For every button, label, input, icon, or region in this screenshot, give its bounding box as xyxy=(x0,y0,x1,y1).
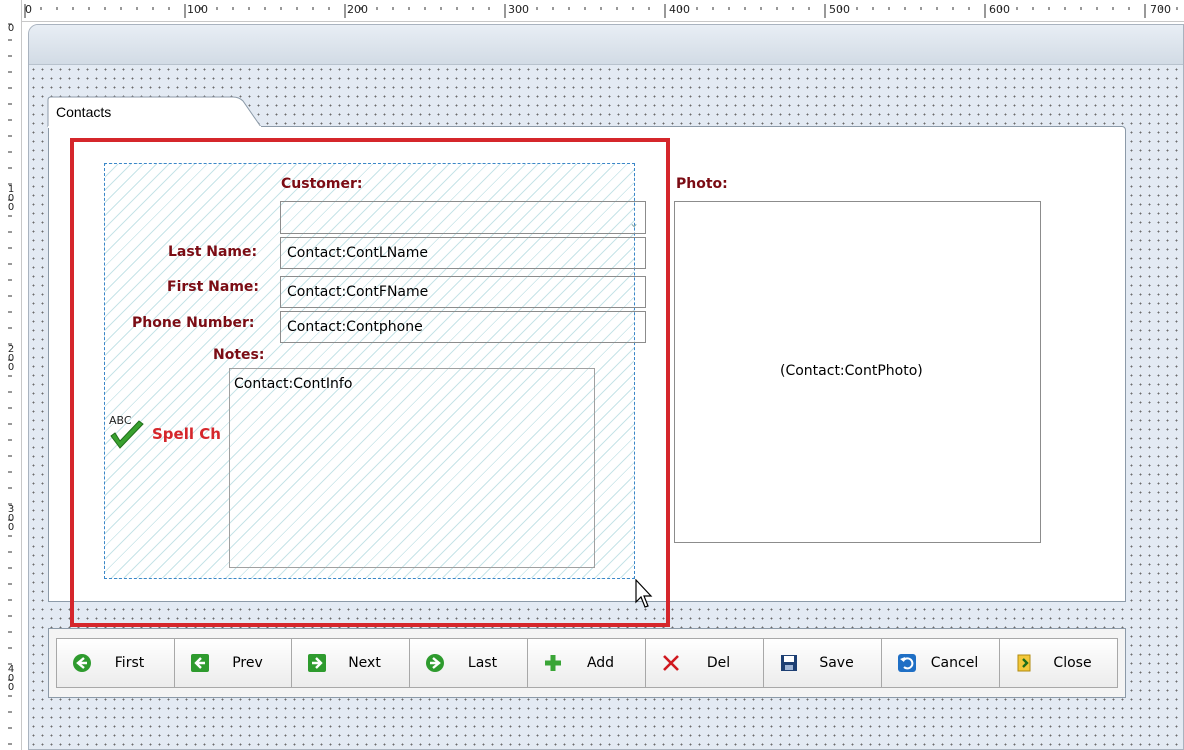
ruler-label: 100 xyxy=(7,184,15,213)
photo-label: Photo: xyxy=(676,176,728,192)
undo-icon xyxy=(896,652,918,674)
photo-placeholder: (Contact:ContPhoto) xyxy=(780,363,923,379)
prev-button[interactable]: Prev xyxy=(174,638,293,688)
next-button[interactable]: Next xyxy=(291,638,410,688)
ruler-ticks xyxy=(8,23,12,745)
close-button[interactable]: Close xyxy=(999,638,1118,688)
ruler-label: 0 xyxy=(7,23,15,34)
ruler-label: 100 xyxy=(187,3,208,16)
save-button-label: Save xyxy=(819,655,854,671)
ruler-label: 400 xyxy=(669,3,690,16)
delete-button-label: Del xyxy=(706,655,731,671)
delete-button[interactable]: Del xyxy=(645,638,764,688)
floppy-disk-icon xyxy=(778,652,800,674)
next-button-label: Next xyxy=(348,655,381,671)
horizontal-ruler: 0 100 200 300 400 500 600 700 xyxy=(0,0,1184,22)
arrow-right-circle-icon xyxy=(424,652,446,674)
ruler-label: 600 xyxy=(989,3,1010,16)
ruler-label: 200 xyxy=(7,344,15,373)
delete-x-icon xyxy=(660,652,682,674)
ruler-label: 300 xyxy=(7,504,15,533)
form-title-bar xyxy=(29,25,1183,65)
ruler-label: 200 xyxy=(347,3,368,16)
ruler-label: 500 xyxy=(829,3,850,16)
first-button[interactable]: First xyxy=(56,638,175,688)
ruler-label: 0 xyxy=(25,3,32,16)
exit-icon xyxy=(1014,652,1036,674)
tab-label: Contacts xyxy=(56,104,112,120)
arrow-left-square-icon xyxy=(189,652,211,674)
arrow-right-square-icon xyxy=(306,652,328,674)
mouse-cursor-icon xyxy=(635,579,653,608)
selection-highlight xyxy=(70,138,670,627)
arrow-left-circle-icon xyxy=(71,652,93,674)
close-button-label: Close xyxy=(1053,655,1092,671)
plus-icon xyxy=(542,652,564,674)
ruler-label: 400 xyxy=(7,664,15,693)
prev-button-label: Prev xyxy=(232,655,263,671)
cancel-button[interactable]: Cancel xyxy=(881,638,1000,688)
cancel-button-label: Cancel xyxy=(930,655,979,671)
first-button-label: First xyxy=(114,655,145,671)
last-button-label: Last xyxy=(467,655,498,671)
tab-join xyxy=(48,126,261,128)
ruler-label: 700 xyxy=(1150,3,1171,16)
add-button-label: Add xyxy=(586,655,615,671)
ruler-label: 300 xyxy=(508,3,529,16)
last-button[interactable]: Last xyxy=(409,638,528,688)
save-button[interactable]: Save xyxy=(763,638,882,688)
add-button[interactable]: Add xyxy=(527,638,646,688)
vertical-ruler: 0 100 200 300 400 xyxy=(0,0,22,750)
